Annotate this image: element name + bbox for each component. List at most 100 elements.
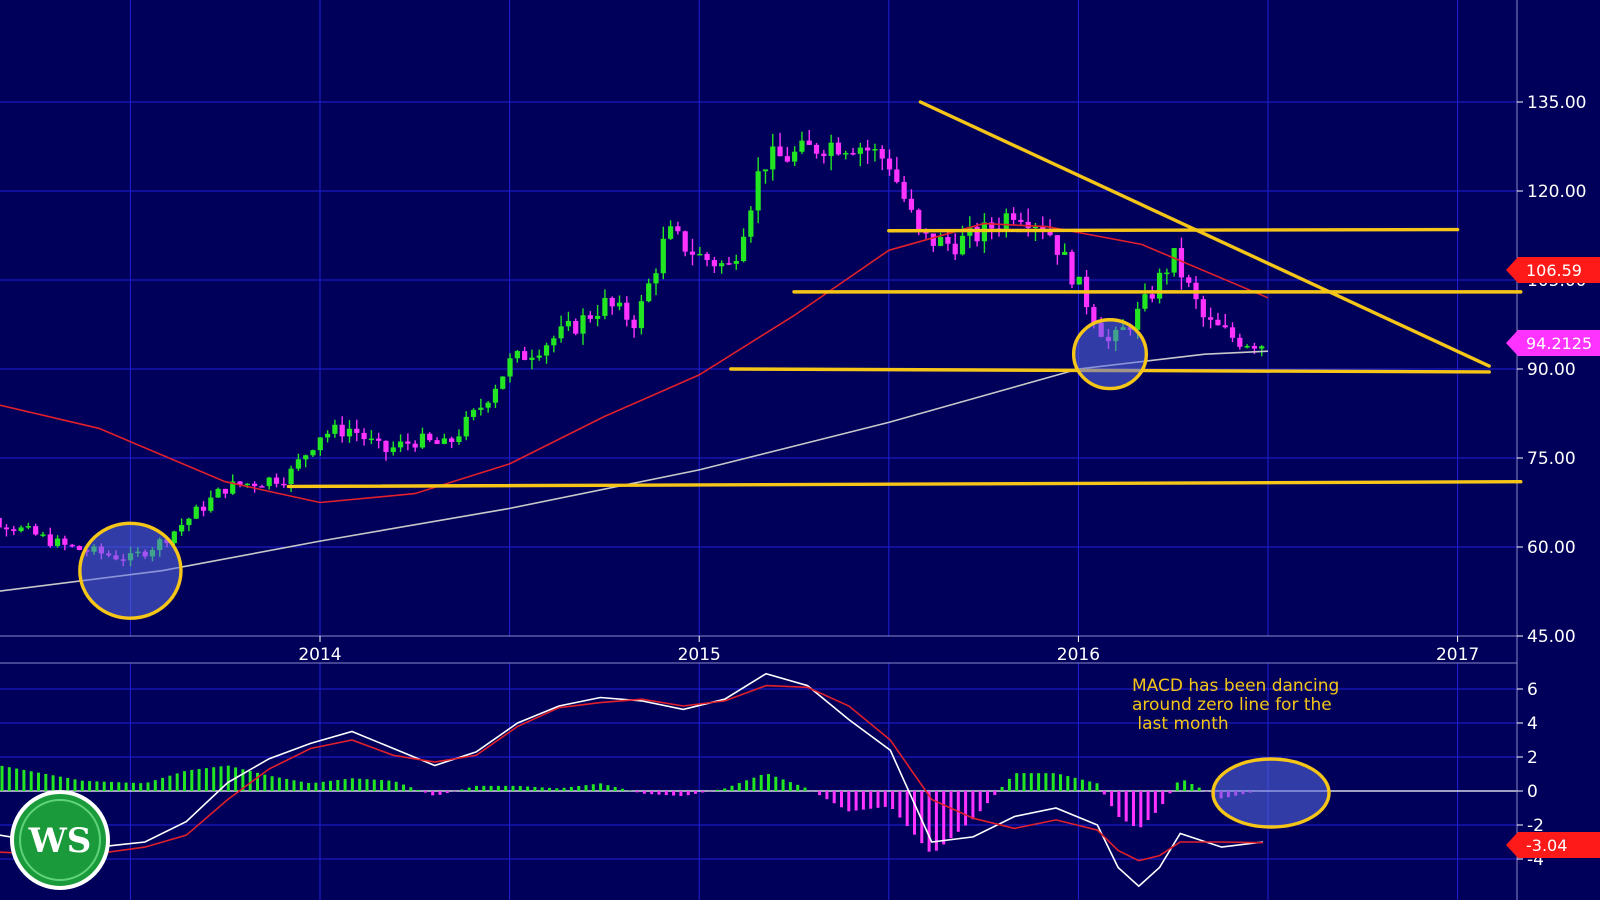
- candle-body: [646, 283, 652, 302]
- candle-body: [959, 235, 966, 255]
- candle-body: [1171, 248, 1177, 273]
- candle-body: [653, 273, 659, 284]
- candle-body: [317, 437, 323, 451]
- price-tick-label: 120.00: [1527, 182, 1586, 202]
- candle-body: [952, 243, 958, 255]
- candle-body: [748, 210, 754, 237]
- candle-body: [244, 483, 250, 486]
- macd-tick-label: 2: [1527, 748, 1538, 768]
- candle-body: [697, 253, 703, 256]
- candle-body: [62, 538, 68, 545]
- candle-body: [689, 251, 696, 255]
- candle-body: [916, 209, 922, 230]
- candle-body: [470, 409, 477, 417]
- chart-background: [0, 0, 1600, 900]
- macd-value-tag-label: -3.04: [1526, 836, 1567, 855]
- candle-body: [405, 441, 411, 444]
- candle-body: [638, 301, 645, 329]
- candle-body: [1244, 346, 1250, 348]
- candle-body: [770, 146, 776, 170]
- candle-body: [361, 432, 367, 440]
- candle-body: [54, 538, 61, 546]
- candle-body: [354, 428, 360, 433]
- macd-note-line-3: last month: [1132, 714, 1229, 734]
- candle-body: [441, 438, 447, 444]
- candle-body: [1156, 272, 1163, 299]
- candle-body: [930, 233, 936, 246]
- ws-logo: WS: [10, 790, 110, 890]
- year-tick-label: 2017: [1436, 645, 1479, 665]
- trendline: [887, 227, 1460, 233]
- candle-body: [427, 433, 433, 441]
- candle-body: [792, 151, 798, 162]
- candle-body: [1208, 317, 1214, 320]
- candle-body: [463, 416, 469, 437]
- candle-body: [193, 506, 199, 519]
- candle-body: [40, 534, 46, 536]
- candle-body: [850, 153, 856, 155]
- candle-body: [901, 181, 907, 199]
- candle-body: [273, 477, 280, 484]
- candle-body: [368, 438, 374, 441]
- candle-body: [1069, 251, 1075, 285]
- candle-body: [726, 263, 732, 265]
- candle-body: [857, 147, 863, 154]
- candle-body: [1237, 337, 1243, 347]
- candle-body: [397, 441, 404, 448]
- candle-body: [1186, 277, 1192, 283]
- candle-body: [456, 436, 462, 443]
- candle-body: [1164, 272, 1170, 275]
- candle-body: [47, 534, 53, 546]
- highlight-circle: [1071, 318, 1149, 391]
- candle-body: [872, 149, 878, 151]
- candle-body: [565, 320, 572, 327]
- trading-chart: 45.0060.0075.0090.00105.00120.00135.0020…: [0, 0, 1600, 900]
- candle-body: [390, 447, 396, 452]
- candle-body: [252, 483, 258, 487]
- candle-body: [631, 319, 637, 329]
- candle-body: [200, 506, 207, 511]
- candle-body: [1259, 346, 1265, 349]
- candle-body: [412, 443, 418, 448]
- candle-body: [602, 297, 608, 316]
- year-tick-label: 2015: [678, 645, 721, 665]
- candle-body: [171, 531, 177, 544]
- candle-body: [667, 226, 674, 239]
- candle-body: [580, 315, 586, 334]
- candle-body: [208, 497, 214, 511]
- candle-body: [500, 376, 506, 389]
- candle-body: [76, 546, 83, 550]
- candle-body: [843, 153, 849, 155]
- highlight-circle: [78, 521, 183, 620]
- candle-body: [179, 525, 185, 532]
- candle-body: [215, 488, 221, 498]
- price-tick-label: 90.00: [1527, 360, 1576, 380]
- candle-body: [595, 315, 601, 319]
- candle-body: [609, 297, 615, 307]
- candle-body: [624, 302, 630, 320]
- candle-body: [835, 142, 842, 155]
- macd-note-line-2: around zero line for the: [1132, 695, 1332, 715]
- candle-body: [1018, 219, 1024, 222]
- year-tick-label: 2016: [1057, 645, 1100, 665]
- year-tick-label: 2014: [298, 645, 341, 665]
- candle-body: [186, 518, 192, 526]
- price-tick-label: 135.00: [1527, 93, 1586, 113]
- candle-body: [675, 226, 681, 232]
- candle-body: [522, 351, 528, 360]
- candle-body: [813, 144, 820, 154]
- candle-body: [1091, 307, 1097, 323]
- macd-tick-label: 0: [1527, 782, 1538, 802]
- candle-body: [755, 171, 761, 211]
- candle-body: [821, 153, 827, 156]
- candle-body: [69, 544, 75, 547]
- logo-text: WS: [28, 821, 92, 861]
- candle-body: [573, 320, 579, 334]
- last-price-tag-label: 94.2125: [1526, 334, 1592, 353]
- candle-body: [507, 358, 513, 377]
- candle-body: [281, 483, 287, 486]
- candle-body: [587, 315, 593, 319]
- candle-body: [266, 477, 272, 487]
- price-tick-label: 45.00: [1527, 627, 1576, 647]
- candle-body: [1076, 276, 1082, 285]
